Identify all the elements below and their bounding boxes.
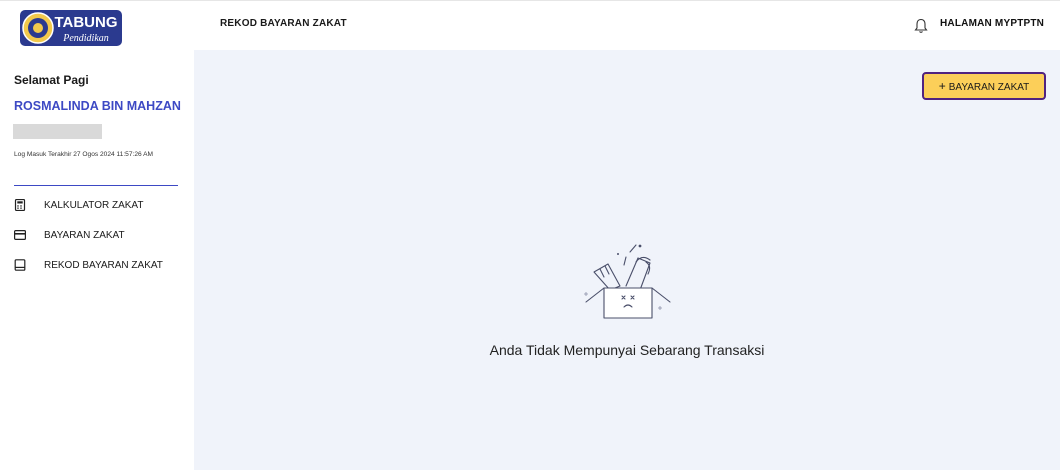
svg-text:TABUNG: TABUNG — [54, 14, 117, 31]
add-payment-button[interactable]: + BAYARAN ZAKAT — [922, 72, 1046, 100]
page-title: REKOD BAYARAN ZAKAT — [220, 18, 347, 29]
portal-link[interactable]: HALAMAN MYPTPTN — [940, 18, 1044, 29]
sidebar-item-kalkulator-zakat[interactable]: KALKULATOR ZAKAT — [14, 198, 184, 216]
empty-state-message: Anda Tidak Mempunyai Sebarang Transaksi — [489, 342, 765, 358]
sidebar-item-label: KALKULATOR ZAKAT — [44, 200, 144, 211]
sidebar-item-label: REKOD BAYARAN ZAKAT — [44, 260, 163, 271]
ptptn-logo[interactable]: TABUNG Pendidikan — [20, 10, 122, 46]
top-header: TABUNG Pendidikan REKOD BAYARAN ZAKAT HA… — [0, 1, 1060, 50]
last-login: Log Masuk Terakhir 27 Ogos 2024 11:57:26… — [14, 151, 154, 158]
greeting: Selamat Pagi — [14, 73, 89, 87]
sidebar-item-label: BAYARAN ZAKAT — [44, 230, 125, 241]
sidebar-item-rekod-bayaran-zakat[interactable]: REKOD BAYARAN ZAKAT — [14, 258, 184, 276]
sidebar-divider — [14, 185, 178, 186]
bell-icon[interactable] — [914, 18, 928, 34]
calculator-icon — [14, 199, 26, 211]
record-icon — [14, 259, 26, 271]
add-payment-label: BAYARAN ZAKAT — [948, 82, 1030, 93]
empty-box-icon — [584, 244, 671, 319]
svg-text:Pendidikan: Pendidikan — [62, 33, 109, 44]
credit-card-icon — [14, 230, 26, 240]
plus-icon: + — [938, 79, 946, 93]
redacted-field — [13, 124, 102, 139]
sidebar: Selamat Pagi ROSMALINDA BIN MAHZAN Log M… — [0, 50, 194, 470]
sidebar-item-bayaran-zakat[interactable]: BAYARAN ZAKAT — [14, 228, 184, 246]
user-name: ROSMALINDA BIN MAHZAN — [14, 99, 181, 113]
